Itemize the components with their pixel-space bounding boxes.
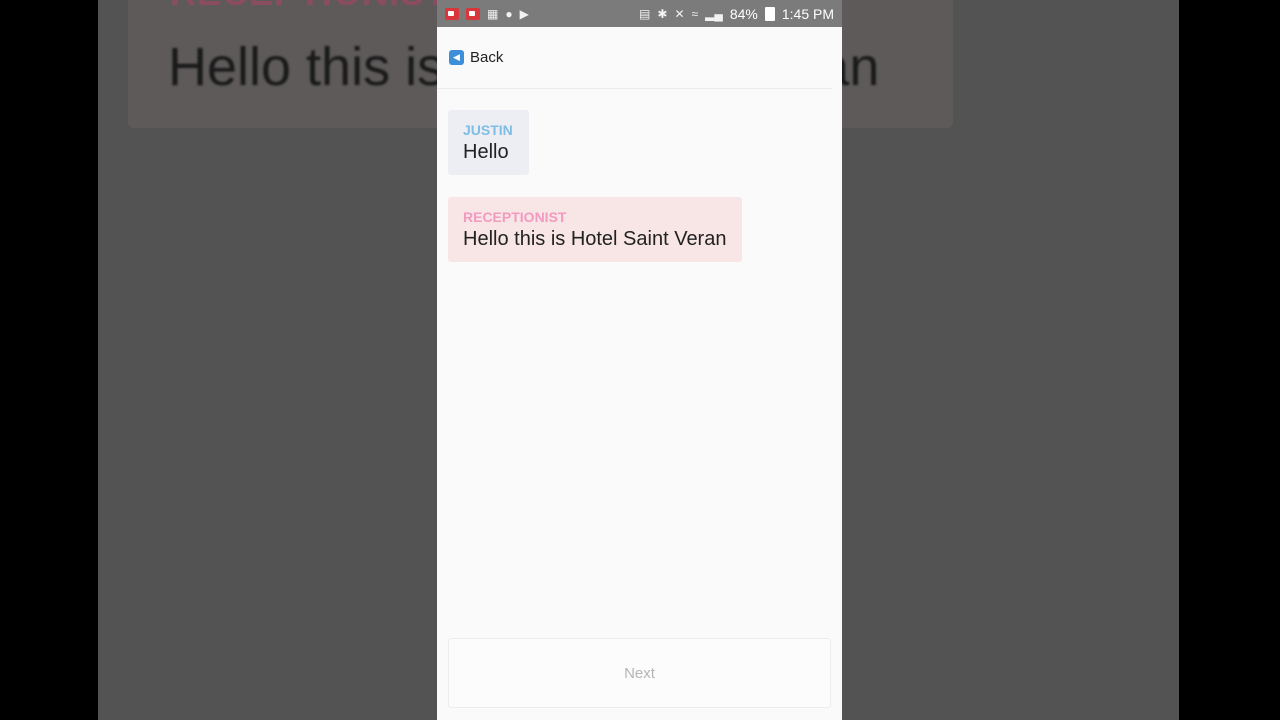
bluetooth-icon: ✱ — [657, 6, 668, 21]
message-bubble: RECEPTIONIST Hello this is Hotel Saint V… — [448, 197, 743, 262]
mute-icon: ✕ — [674, 6, 685, 21]
apps-icon: ▦ — [487, 6, 499, 21]
clock: 1:45 PM — [781, 5, 834, 22]
message-text: Hello this is Hotel Saint Veran — [463, 228, 727, 250]
back-label: Back — [470, 49, 504, 66]
speaker-name: RECEPTIONIST — [463, 209, 567, 225]
message-bubble: JUSTIN Hello — [448, 110, 529, 175]
cast-icon: ▤ — [639, 6, 651, 21]
back-arrow-icon: ◀ — [449, 50, 464, 65]
screen-record-icon — [445, 7, 459, 20]
chat-log: JUSTIN Hello RECEPTIONIST Hello this is … — [437, 89, 842, 284]
speaker-name: JUSTIN — [463, 122, 513, 138]
play-store-icon: ▶ — [519, 6, 529, 21]
background-speaker: RECEPTIONIST — [170, 0, 448, 14]
phone-screen: ▦ ● ▶ ▤ ✱ ✕ ≈ ▂▄ 84% 1:45 PM ◀ Back JUST… — [437, 0, 842, 720]
message-text: Hello — [463, 141, 509, 163]
status-bar: ▦ ● ▶ ▤ ✱ ✕ ≈ ▂▄ 84% 1:45 PM — [437, 0, 842, 27]
status-left-icons: ▦ ● ▶ — [445, 6, 529, 21]
lock-icon: ● — [505, 6, 513, 21]
video-record-icon — [466, 7, 480, 20]
battery-percent: 84% — [729, 5, 758, 22]
signal-icon: ▂▄ — [705, 6, 723, 21]
wifi-icon: ≈ — [691, 6, 699, 21]
status-right-icons: ▤ ✱ ✕ ≈ ▂▄ 84% 1:45 PM — [639, 6, 834, 22]
next-button[interactable]: Next — [448, 638, 831, 708]
header: ◀ Back — [437, 27, 832, 89]
battery-icon — [764, 6, 775, 21]
back-button[interactable]: ◀ Back — [449, 49, 503, 66]
